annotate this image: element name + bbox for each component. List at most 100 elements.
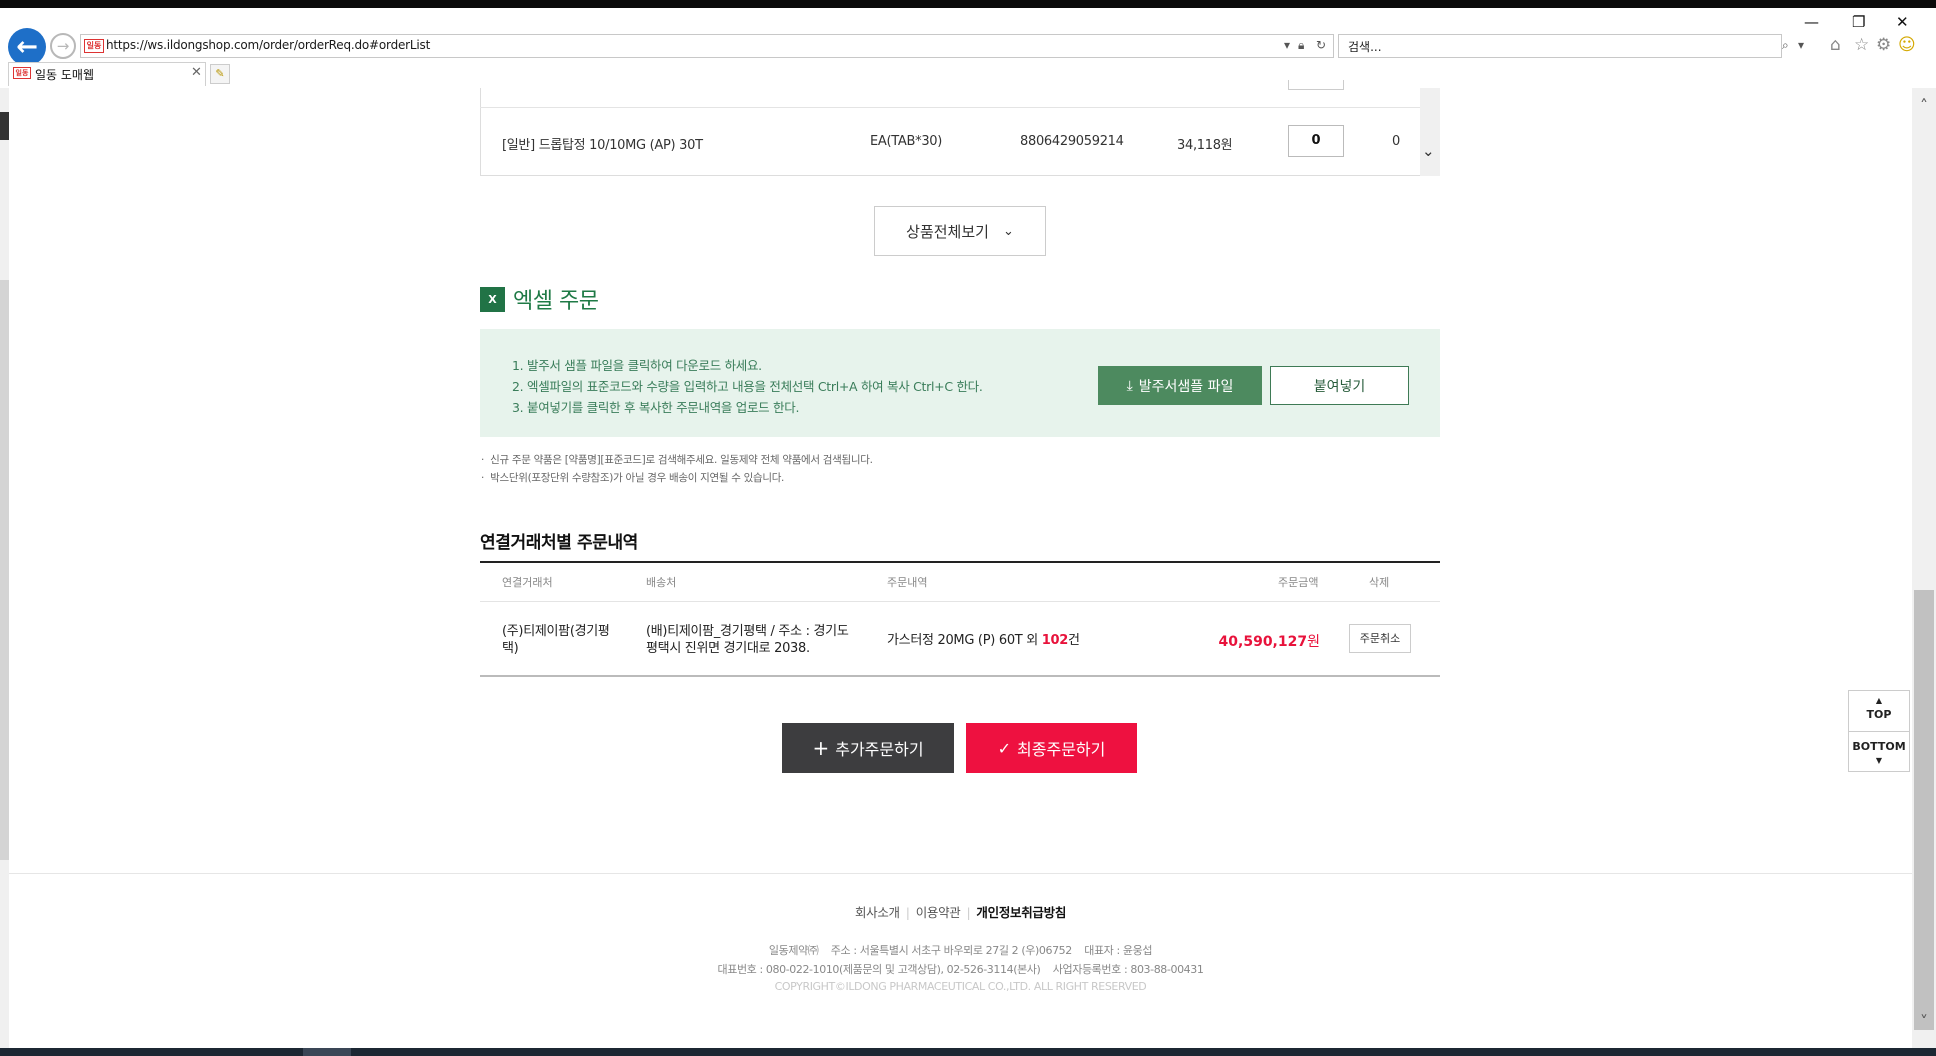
- delivery-line-2: 평택시 진위면 경기대로 2038.: [646, 641, 810, 656]
- download-icon: ⤓: [1126, 377, 1133, 394]
- excel-step-2: 2. 엑셀파일의 표준코드와 수량을 입력하고 내용을 전체선택 Ctrl+A …: [512, 379, 983, 394]
- back-button[interactable]: ←: [8, 28, 46, 66]
- forward-button[interactable]: →: [50, 33, 76, 59]
- check-icon: ✓: [997, 738, 1012, 758]
- order-amount-unit: 원: [1307, 634, 1320, 650]
- footer-company-info: 일동제약㈜ 주소 : 서울특별시 서초구 바우뫼로 27길 2 (우)06752…: [768, 944, 1153, 957]
- column-header-delivery: 배송처: [646, 576, 677, 589]
- excel-step-3: 3. 붙여넣기를 클릭한 후 복사한 주문내역을 업로드 한다.: [512, 400, 800, 415]
- taskbar: [0, 1048, 1936, 1056]
- product-total: 0: [1392, 134, 1400, 149]
- product-name: [일반] 드롭탑정 10/10MG (AP) 30T: [502, 138, 703, 153]
- tab-favicon-icon: 일동: [13, 67, 31, 79]
- excel-step-1: 1. 발주서 샘플 파일을 클릭하여 다운로드 하세요.: [512, 358, 762, 373]
- footer-link-privacy[interactable]: 개인정보취급방침: [976, 905, 1066, 920]
- taskbar-item[interactable]: [303, 1048, 351, 1056]
- final-order-button[interactable]: ✓ 최종주문하기: [966, 723, 1137, 773]
- minimize-icon[interactable]: —: [1804, 13, 1819, 31]
- product-list-scrollbar[interactable]: [1420, 88, 1440, 176]
- order-summary-text: 가스터정 20MG (P) 60T 외: [887, 633, 1038, 648]
- order-count-suffix: 건: [1068, 633, 1080, 648]
- caret-up-icon: ▲: [1875, 696, 1883, 705]
- restore-icon[interactable]: ❐: [1852, 13, 1865, 31]
- new-tab-icon[interactable]: ✎: [210, 64, 230, 84]
- plus-icon: +: [812, 736, 830, 760]
- product-price: 34,118원: [1177, 138, 1233, 153]
- window-top-strip: [0, 0, 1936, 8]
- view-all-label: 상품전체보기: [906, 222, 989, 241]
- home-icon[interactable]: ⌂: [1830, 35, 1841, 55]
- add-order-label: 추가주문하기: [835, 740, 924, 759]
- order-summary: 가스터정 20MG (P) 60T 외 102건: [887, 632, 1080, 649]
- cancel-order-button[interactable]: 주문취소: [1349, 624, 1411, 653]
- order-history-bottom-line: [480, 675, 1440, 677]
- chevron-down-icon[interactable]: ⌄: [1422, 142, 1435, 160]
- search-dropdown-icon[interactable]: ▾: [1798, 38, 1804, 52]
- refresh-icon[interactable]: ↻: [1316, 38, 1326, 52]
- paste-button[interactable]: 붙여넣기: [1270, 366, 1409, 405]
- left-edge-thumb: [0, 280, 9, 860]
- footer-links: 회사소개 | 이용약관 | 개인정보취급방침: [854, 905, 1067, 920]
- row-divider: [480, 107, 1420, 108]
- footer-link-terms[interactable]: 이용약관: [916, 905, 961, 920]
- site-favicon-icon: 일동: [84, 39, 104, 53]
- product-unit: EA(TAB*30): [870, 134, 943, 149]
- top-label: TOP: [1866, 708, 1892, 721]
- tab-close-icon[interactable]: ✕: [191, 65, 202, 80]
- product-code: 8806429059214: [1020, 134, 1124, 149]
- scroll-down-icon[interactable]: ˅: [1912, 1012, 1936, 1031]
- tab-title[interactable]: 일동 도매웹: [35, 66, 94, 83]
- footer-link-company[interactable]: 회사소개: [855, 905, 900, 920]
- excel-icon: X: [480, 287, 505, 312]
- order-history-top-line: [480, 561, 1440, 563]
- view-all-products-button[interactable]: 상품전체보기 ⌄: [874, 206, 1046, 256]
- order-count: 102: [1041, 633, 1069, 648]
- search-placeholder[interactable]: 검색...: [1348, 38, 1382, 55]
- browser-search-box[interactable]: [1338, 34, 1782, 58]
- url-text[interactable]: https://ws.ildongshop.com/order/orderReq…: [106, 38, 430, 52]
- final-order-label: 최종주문하기: [1017, 740, 1106, 759]
- delivery-line-1: (배)티제이팜_경기평택 / 주소 : 경기도: [646, 624, 849, 639]
- note-item: · 박스단위(포장단위 수량참조)가 아닐 경우 배송이 지연될 수 있습니다.: [481, 472, 785, 484]
- lock-icon[interactable]: 🔒︎: [1298, 38, 1304, 53]
- scroll-up-icon[interactable]: ˄: [1912, 96, 1936, 115]
- note-text: 박스단위(포장단위 수량참조)가 아닐 경우 배송이 지연될 수 있습니다.: [490, 472, 785, 484]
- left-edge-marker: [0, 112, 9, 140]
- column-header-amount: 주문금액: [1278, 576, 1319, 589]
- previous-qty-input[interactable]: [1288, 80, 1344, 90]
- scroll-top-button[interactable]: ▲ TOP: [1848, 694, 1910, 722]
- excel-section-title: 엑셀 주문: [513, 289, 599, 314]
- floating-nav-divider: [1849, 731, 1909, 732]
- dropdown-icon[interactable]: ▾: [1284, 38, 1290, 52]
- add-order-button[interactable]: + 추가주문하기: [782, 723, 954, 773]
- quantity-input[interactable]: 0: [1288, 125, 1344, 157]
- footer-divider: [9, 873, 1912, 874]
- footer-contact-info: 대표번호 : 080-022-1010(제품문의 및 고객상담), 02-526…: [717, 963, 1204, 976]
- close-window-icon[interactable]: ✕: [1896, 13, 1909, 31]
- caret-down-icon: ▼: [1875, 756, 1883, 765]
- order-amount: 40,590,127원: [1180, 631, 1320, 651]
- chevron-down-icon: ⌄: [1002, 223, 1014, 239]
- delivery-cell: (배)티제이팜_경기평택 / 주소 : 경기도 평택시 진위면 경기대로 203…: [646, 623, 849, 657]
- download-sample-button[interactable]: ⤓ 발주서샘플 파일: [1098, 366, 1262, 405]
- smiley-icon[interactable]: ☺: [1898, 35, 1916, 55]
- search-icon[interactable]: ⌕: [1782, 38, 1789, 53]
- scroll-bottom-button[interactable]: BOTTOM ▼: [1848, 740, 1910, 768]
- arrow-left-icon: ←: [16, 32, 38, 62]
- note-item: · 신규 주문 약품은 [약품명][표준코드]로 검색해주세요. 일동제약 전체…: [481, 454, 873, 466]
- star-icon[interactable]: ☆: [1854, 35, 1869, 55]
- column-header-order: 주문내역: [887, 576, 928, 589]
- gear-icon[interactable]: ⚙: [1876, 35, 1891, 55]
- arrow-right-icon: →: [56, 37, 70, 55]
- order-history-title: 연결거래처별 주문내역: [480, 533, 638, 553]
- footer-copyright: COPYRIGHT©ILDONG PHARMACEUTICAL CO.,LTD.…: [774, 980, 1147, 993]
- note-text: 신규 주문 약품은 [약품명][표준코드]로 검색해주세요. 일동제약 전체 약…: [490, 454, 873, 466]
- column-header-delete: 삭제: [1369, 576, 1390, 589]
- download-sample-label: 발주서샘플 파일: [1138, 378, 1234, 395]
- bottom-label: BOTTOM: [1852, 740, 1906, 753]
- partner-cell: (주)티제이팜(경기평 택): [502, 623, 610, 657]
- order-amount-value: 40,590,127: [1218, 634, 1308, 650]
- partner-line-2: 택): [502, 641, 519, 656]
- table-header-line: [480, 601, 1440, 602]
- partner-line-1: (주)티제이팜(경기평: [502, 624, 610, 639]
